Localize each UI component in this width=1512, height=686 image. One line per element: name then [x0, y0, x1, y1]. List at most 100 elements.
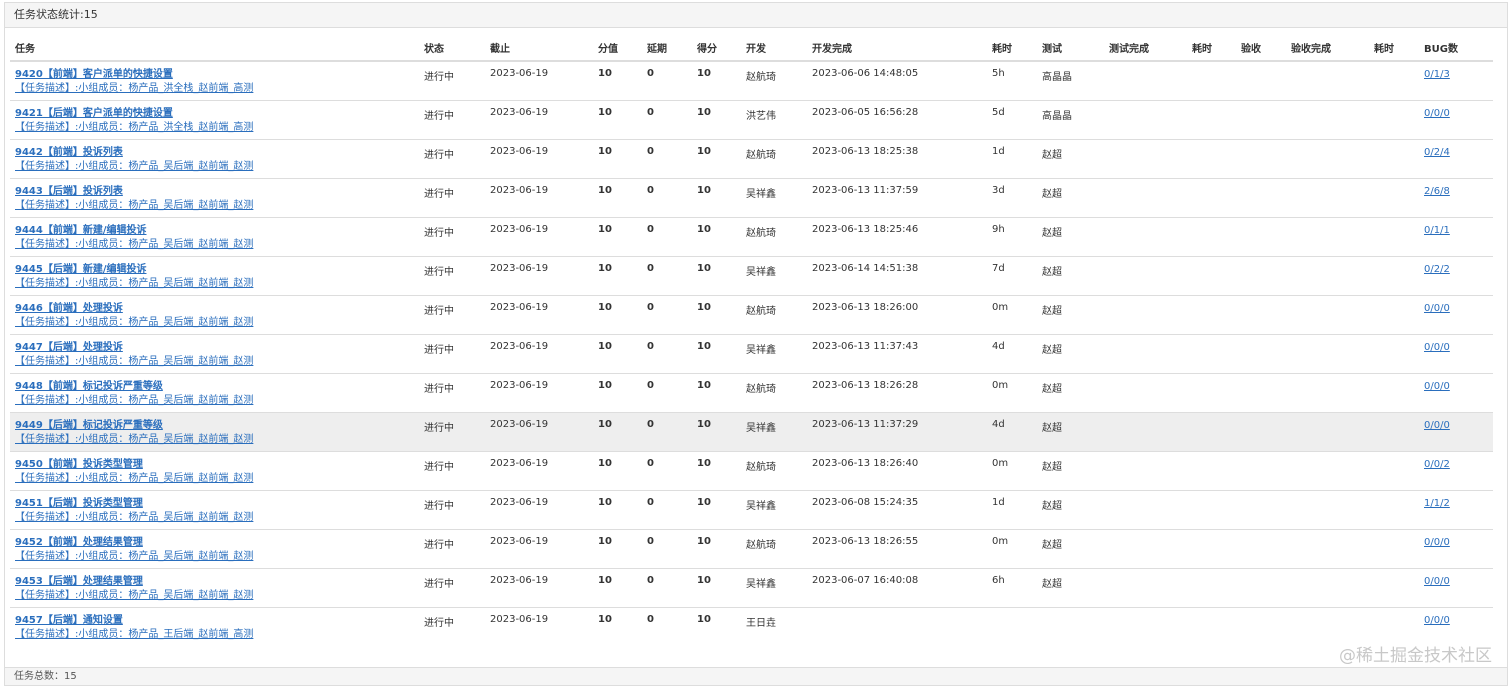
task-description-link[interactable]: 【任务描述】:小组成员：杨产品_吴后端_赵前端_赵测	[15, 472, 419, 486]
task-description-link[interactable]: 【任务描述】:小组成员：杨产品_吴后端_赵前端_赵测	[15, 433, 419, 447]
task-cell: 9451【后端】投诉类型管理 【任务描述】:小组成员：杨产品_吴后端_赵前端_赵测	[10, 489, 419, 529]
task-title-link[interactable]: 9420【前端】客户派单的快捷设置	[15, 68, 419, 82]
task-accept-time	[1369, 255, 1419, 295]
bug-count-link[interactable]: 0/0/2	[1424, 458, 1493, 472]
task-accept-time	[1369, 333, 1419, 373]
task-description-link[interactable]: 【任务描述】:小组成员：杨产品_洪全栈_赵前端_高测	[15, 82, 419, 96]
task-acceptor-text	[1241, 530, 1286, 536]
task-title-link[interactable]: 9457【后端】通知设置	[15, 614, 419, 628]
task-developer-text: 吴祥鑫	[746, 188, 776, 200]
bug-count-link[interactable]: 0/2/2	[1424, 263, 1493, 277]
task-description-link[interactable]: 【任务描述】:小组成员：杨产品_吴后端_赵前端_赵测	[15, 316, 419, 330]
task-title-link[interactable]: 9442【前端】投诉列表	[15, 146, 419, 160]
task-title-link[interactable]: 9443【后端】投诉列表	[15, 185, 419, 199]
task-accept-time	[1369, 294, 1419, 334]
bug-count-link[interactable]: 0/0/0	[1424, 536, 1493, 550]
task-accept-time	[1369, 528, 1419, 568]
bug-count-link[interactable]: 0/0/0	[1424, 107, 1493, 121]
task-deadline: 2023-06-19	[485, 216, 593, 256]
task-bugs: 0/0/0	[1419, 411, 1493, 451]
task-accept-done	[1286, 99, 1369, 139]
bug-count-link[interactable]: 0/0/0	[1424, 419, 1493, 433]
task-status: 进行中	[419, 99, 485, 139]
task-title-link[interactable]: 9444【前端】新建/编辑投诉	[15, 224, 419, 238]
task-description-link[interactable]: 【任务描述】:小组成员：杨产品_王后端_赵前端_高测	[15, 628, 419, 642]
col-header-bugs: BUG数	[1419, 34, 1493, 62]
task-dev-time: 9h	[987, 216, 1037, 256]
task-description-link[interactable]: 【任务描述】:小组成员：杨产品_吴后端_赵前端_赵测	[15, 199, 419, 213]
task-description-link[interactable]: 【任务描述】:小组成员：杨产品_吴后端_赵前端_赵测	[15, 277, 419, 291]
task-title-link[interactable]: 9448【前端】标记投诉严重等级	[15, 380, 419, 394]
table-header-row: 任务 状态 截止 分值 延期 得分 开发 开发完成 耗时 测试 测试完成 耗时 …	[10, 34, 1493, 62]
task-title-link[interactable]: 9446【前端】处理投诉	[15, 302, 419, 316]
task-title-link[interactable]: 9452【前端】处理结果管理	[15, 536, 419, 550]
task-test-done-text	[1109, 296, 1187, 302]
task-status: 进行中	[419, 606, 485, 646]
task-description-link[interactable]: 【任务描述】:小组成员：杨产品_吴后端_赵前端_赵测	[15, 394, 419, 408]
task-title-link[interactable]: 9421【后端】客户派单的快捷设置	[15, 107, 419, 121]
table-row: 9450【前端】投诉类型管理 【任务描述】:小组成员：杨产品_吴后端_赵前端_赵测…	[10, 450, 1493, 490]
bug-count-link[interactable]: 1/1/2	[1424, 497, 1493, 511]
task-dev-done: 2023-06-13 18:25:46	[807, 216, 987, 256]
bug-count-link[interactable]: 0/0/0	[1424, 614, 1493, 628]
task-score: 10	[692, 99, 741, 139]
task-accept-time-text	[1374, 491, 1419, 497]
bug-count-link[interactable]: 0/1/1	[1424, 224, 1493, 238]
task-dev-done-text: 2023-06-14 14:51:38	[812, 262, 919, 274]
bug-count-link[interactable]: 0/0/0	[1424, 575, 1493, 589]
task-title-link[interactable]: 9453【后端】处理结果管理	[15, 575, 419, 589]
col-header-accept-time: 耗时	[1369, 34, 1419, 62]
task-accept-time	[1369, 99, 1419, 139]
task-bugs: 2/6/8	[1419, 177, 1493, 217]
task-description-link[interactable]: 【任务描述】:小组成员：杨产品_吴后端_赵前端_赵测	[15, 355, 419, 369]
task-cell: 9444【前端】新建/编辑投诉 【任务描述】:小组成员：杨产品_吴后端_赵前端_赵…	[10, 216, 419, 256]
task-score: 10	[692, 294, 741, 334]
task-title-link[interactable]: 9447【后端】处理投诉	[15, 341, 419, 355]
task-title-link[interactable]: 9449【后端】标记投诉严重等级	[15, 419, 419, 433]
task-dev-time-text: 4d	[992, 418, 1005, 430]
col-header-test-done: 测试完成	[1104, 34, 1187, 62]
task-score-text: 10	[697, 379, 711, 391]
task-score-value-text: 10	[598, 418, 612, 430]
task-developer-text: 吴祥鑫	[746, 500, 776, 512]
task-developer-text: 洪艺伟	[746, 110, 776, 122]
task-test-done-text	[1109, 530, 1187, 536]
task-deadline-text: 2023-06-19	[490, 340, 549, 352]
task-status: 进行中	[419, 177, 485, 217]
task-score: 10	[692, 333, 741, 373]
task-title-link[interactable]: 9450【前端】投诉类型管理	[15, 458, 419, 472]
task-dev-time: 1d	[987, 138, 1037, 178]
task-dev-time: 6h	[987, 567, 1037, 607]
task-accept-done	[1286, 411, 1369, 451]
bug-count-link[interactable]: 0/0/0	[1424, 380, 1493, 394]
task-deadline-text: 2023-06-19	[490, 301, 549, 313]
task-score: 10	[692, 606, 741, 646]
task-description-link[interactable]: 【任务描述】:小组成员：杨产品_吴后端_赵前端_赵测	[15, 160, 419, 174]
task-dev-done-text: 2023-06-13 11:37:29	[812, 418, 919, 430]
bug-count-link[interactable]: 0/1/3	[1424, 68, 1493, 82]
task-table: 任务 状态 截止 分值 延期 得分 开发 开发完成 耗时 测试 测试完成 耗时 …	[10, 34, 1493, 646]
task-status-text: 进行中	[424, 461, 454, 473]
task-description-link[interactable]: 【任务描述】:小组成员：杨产品_吴后端_赵前端_赵测	[15, 238, 419, 252]
task-title-link[interactable]: 9451【后端】投诉类型管理	[15, 497, 419, 511]
task-status: 进行中	[419, 216, 485, 256]
task-title-link[interactable]: 9445【后端】新建/编辑投诉	[15, 263, 419, 277]
bug-count-link[interactable]: 2/6/8	[1424, 185, 1493, 199]
task-score-value: 10	[593, 528, 642, 568]
task-description-link[interactable]: 【任务描述】:小组成员：杨产品_吴后端_赵前端_赵测	[15, 511, 419, 525]
task-dev-done-text: 2023-06-13 18:26:40	[812, 457, 919, 469]
task-dev-time: 7d	[987, 255, 1037, 295]
col-header-score: 得分	[692, 34, 741, 62]
task-score-value: 10	[593, 567, 642, 607]
bug-count-link[interactable]: 0/0/0	[1424, 302, 1493, 316]
bug-count-link[interactable]: 0/2/4	[1424, 146, 1493, 160]
task-score: 10	[692, 372, 741, 412]
task-description-link[interactable]: 【任务描述】:小组成员：杨产品_洪全栈_赵前端_高测	[15, 121, 419, 135]
task-bugs: 0/0/2	[1419, 450, 1493, 490]
task-acceptor-text	[1241, 491, 1286, 497]
task-description-link[interactable]: 【任务描述】:小组成员：杨产品_吴后端_赵前端_赵测	[15, 589, 419, 603]
task-description-link[interactable]: 【任务描述】:小组成员：杨产品_吴后端_赵前端_赵测	[15, 550, 419, 564]
bug-count-link[interactable]: 0/0/0	[1424, 341, 1493, 355]
task-tester-text: 赵超	[1042, 266, 1062, 278]
task-accept-done-text	[1291, 413, 1369, 419]
